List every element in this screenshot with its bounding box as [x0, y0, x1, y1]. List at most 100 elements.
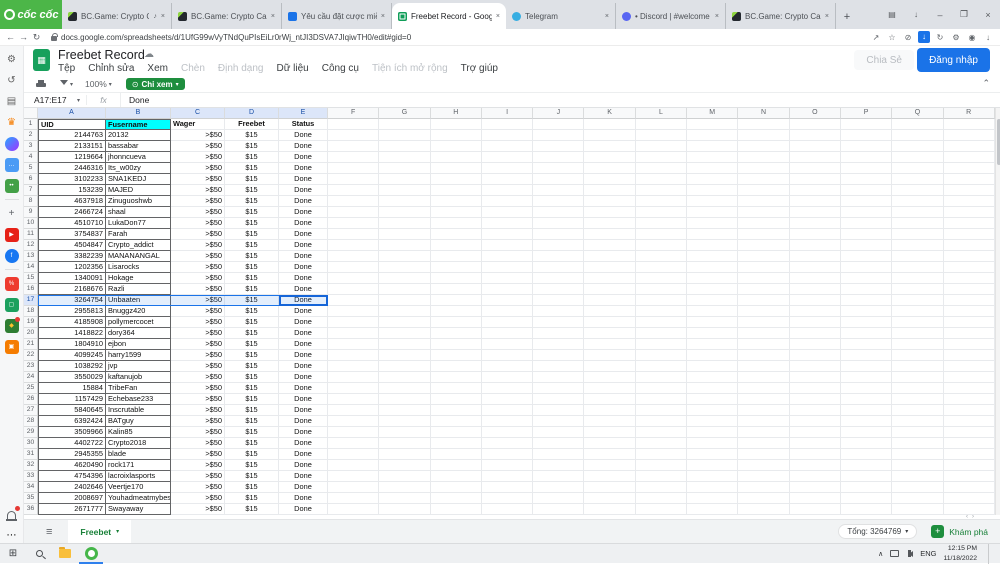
cell-K34[interactable]	[584, 482, 635, 493]
cell-D4[interactable]: $15	[225, 152, 279, 163]
cell-E29[interactable]: Done	[279, 427, 328, 438]
cell-B1[interactable]: Fusername	[106, 119, 171, 130]
cell-E13[interactable]: Done	[279, 251, 328, 262]
cell-D25[interactable]: $15	[225, 383, 279, 394]
cell-N24[interactable]	[738, 372, 789, 383]
cell-Q1[interactable]	[892, 119, 943, 130]
cell-J32[interactable]	[533, 460, 584, 471]
row-header-12[interactable]: 12	[24, 240, 38, 251]
column-header-N[interactable]: N	[738, 108, 789, 119]
cell-P31[interactable]	[841, 449, 892, 460]
cell-M28[interactable]	[687, 416, 738, 427]
cell-P16[interactable]	[841, 284, 892, 295]
cell-N8[interactable]	[738, 196, 789, 207]
reload-icon[interactable]: ↻	[30, 32, 43, 43]
sheet-tab-freebet[interactable]: Freebet ▾	[68, 520, 131, 544]
cell-C21[interactable]: >$50	[171, 339, 225, 350]
cell-L36[interactable]	[636, 504, 687, 515]
browser-tab-5[interactable]: Telegram×	[506, 3, 616, 29]
cell-Q19[interactable]	[892, 317, 943, 328]
cell-I24[interactable]	[482, 372, 533, 383]
cell-I9[interactable]	[482, 207, 533, 218]
share-page-icon[interactable]: ↗	[868, 33, 884, 42]
cell-M2[interactable]	[687, 130, 738, 141]
cell-A33[interactable]: 4754396	[38, 471, 106, 482]
cell-I18[interactable]	[482, 306, 533, 317]
cell-B18[interactable]: Bnuggz420	[106, 306, 171, 317]
cell-I14[interactable]	[482, 262, 533, 273]
cell-H3[interactable]	[431, 141, 482, 152]
cell-A21[interactable]: 1804910	[38, 339, 106, 350]
cell-R35[interactable]	[944, 493, 995, 504]
cell-J10[interactable]	[533, 218, 584, 229]
blocker-icon[interactable]: ⊘	[900, 33, 916, 42]
cell-L32[interactable]	[636, 460, 687, 471]
cell-E27[interactable]: Done	[279, 405, 328, 416]
cell-B35[interactable]: Youhadmeatmybest	[106, 493, 171, 504]
cell-N4[interactable]	[738, 152, 789, 163]
tab-audio-icon[interactable]: ♪	[153, 13, 157, 20]
menu-dữ-liệu[interactable]: Dữ liệu	[276, 63, 308, 74]
cell-Q15[interactable]	[892, 273, 943, 284]
row-header-29[interactable]: 29	[24, 427, 38, 438]
cell-A19[interactable]: 4185908	[38, 317, 106, 328]
cell-Q12[interactable]	[892, 240, 943, 251]
cell-J30[interactable]	[533, 438, 584, 449]
cell-F20[interactable]	[328, 328, 379, 339]
cell-D8[interactable]: $15	[225, 196, 279, 207]
cell-B11[interactable]: Farah	[106, 229, 171, 240]
cell-K6[interactable]	[584, 174, 635, 185]
tab-pin-icon[interactable]: ↓	[904, 10, 928, 19]
settings-icon[interactable]: ⚙	[4, 52, 19, 67]
cell-G12[interactable]	[379, 240, 430, 251]
cell-I36[interactable]	[482, 504, 533, 515]
cell-L10[interactable]	[636, 218, 687, 229]
cell-H7[interactable]	[431, 185, 482, 196]
new-tab-button[interactable]: +	[836, 5, 858, 29]
cell-O10[interactable]	[790, 218, 841, 229]
row-header-35[interactable]: 35	[24, 493, 38, 504]
cell-Q25[interactable]	[892, 383, 943, 394]
cell-A24[interactable]: 3550029	[38, 372, 106, 383]
cell-C35[interactable]: >$50	[171, 493, 225, 504]
row-header-32[interactable]: 32	[24, 460, 38, 471]
spreadsheet-grid[interactable]: ABCDEFGHIJKLMNOPQR1UIDFusernameWagerFree…	[24, 108, 995, 515]
cell-R17[interactable]	[944, 295, 995, 306]
cell-F24[interactable]	[328, 372, 379, 383]
cell-I22[interactable]	[482, 350, 533, 361]
cell-L35[interactable]	[636, 493, 687, 504]
cell-L33[interactable]	[636, 471, 687, 482]
cell-H23[interactable]	[431, 361, 482, 372]
row-header-33[interactable]: 33	[24, 471, 38, 482]
cell-G25[interactable]	[379, 383, 430, 394]
cell-F10[interactable]	[328, 218, 379, 229]
cell-H29[interactable]	[431, 427, 482, 438]
row-header-17[interactable]: 17	[24, 295, 38, 306]
menu-tệp[interactable]: Tệp	[58, 63, 75, 74]
cell-R1[interactable]	[944, 119, 995, 130]
cell-L19[interactable]	[636, 317, 687, 328]
cell-P24[interactable]	[841, 372, 892, 383]
cell-R31[interactable]	[944, 449, 995, 460]
cell-R11[interactable]	[944, 229, 995, 240]
column-header-K[interactable]: K	[584, 108, 635, 119]
cell-L5[interactable]	[636, 163, 687, 174]
cell-C7[interactable]: >$50	[171, 185, 225, 196]
cell-A17[interactable]: 3264754	[38, 295, 106, 306]
cell-D20[interactable]: $15	[225, 328, 279, 339]
cell-C25[interactable]: >$50	[171, 383, 225, 394]
cell-L12[interactable]	[636, 240, 687, 251]
cell-D30[interactable]: $15	[225, 438, 279, 449]
cell-C20[interactable]: >$50	[171, 328, 225, 339]
share-button[interactable]: Chia Sẻ	[854, 50, 914, 70]
cell-C29[interactable]: >$50	[171, 427, 225, 438]
tab-search-icon[interactable]: ▤	[880, 10, 904, 19]
cell-O30[interactable]	[790, 438, 841, 449]
tab-close-icon[interactable]: ×	[381, 13, 385, 20]
maximize-button[interactable]: ❐	[952, 9, 976, 20]
cell-Q3[interactable]	[892, 141, 943, 152]
cell-F30[interactable]	[328, 438, 379, 449]
cell-B7[interactable]: MAJED	[106, 185, 171, 196]
cell-E17[interactable]: Done	[279, 295, 328, 306]
cell-L28[interactable]	[636, 416, 687, 427]
